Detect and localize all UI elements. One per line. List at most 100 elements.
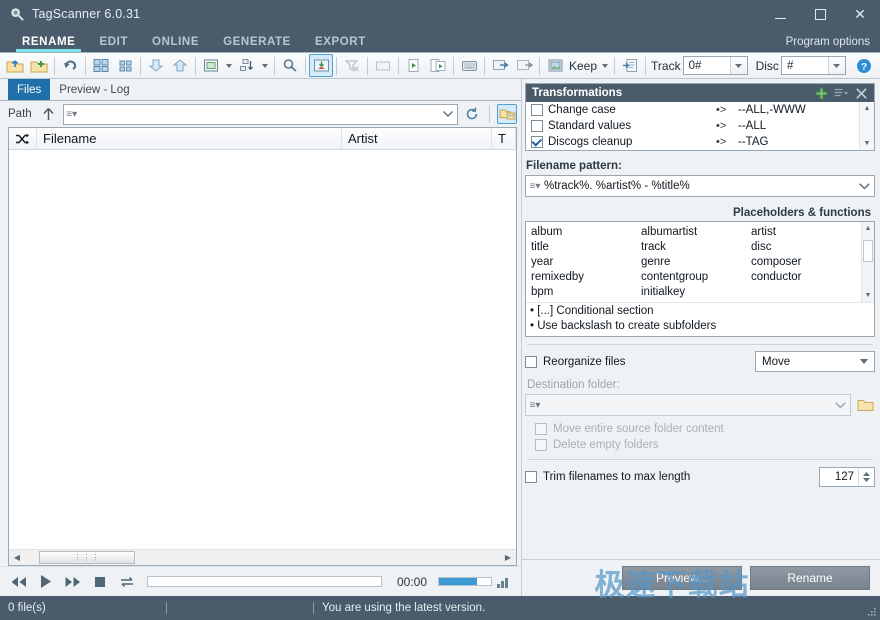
trim-max-length-stepper[interactable]: 127 bbox=[819, 467, 875, 487]
tag-icon[interactable]: ID3 bbox=[457, 54, 481, 77]
placeholders-scroll-thumb[interactable] bbox=[863, 240, 873, 262]
chevron-down-icon[interactable] bbox=[828, 57, 845, 74]
maximize-icon[interactable] bbox=[800, 0, 840, 28]
menu-item-rename[interactable]: RENAME bbox=[10, 36, 87, 52]
placeholder-item[interactable]: disc bbox=[751, 240, 861, 255]
reorganize-checkbox[interactable] bbox=[525, 356, 537, 368]
scroll-down-icon[interactable]: ▼ bbox=[862, 289, 874, 302]
scroll-up-icon[interactable]: ▲ bbox=[862, 222, 874, 235]
undo-icon[interactable] bbox=[58, 54, 82, 77]
chevron-down-icon[interactable] bbox=[439, 111, 457, 117]
collapse-all-icon[interactable] bbox=[144, 54, 168, 77]
scroll-up-icon[interactable]: ▲ bbox=[860, 102, 874, 115]
open-folder-icon[interactable] bbox=[3, 54, 27, 77]
rename-button[interactable]: Rename bbox=[750, 566, 870, 590]
folder-icon[interactable] bbox=[855, 395, 875, 415]
chevron-down-icon[interactable] bbox=[602, 64, 608, 68]
play-icon[interactable] bbox=[35, 571, 57, 593]
rewind-icon[interactable] bbox=[8, 571, 30, 593]
small-icons-icon[interactable] bbox=[113, 54, 137, 77]
placeholder-item[interactable]: track bbox=[641, 240, 751, 255]
tab-files[interactable]: Files bbox=[8, 79, 50, 100]
arrow-up-icon[interactable] bbox=[39, 104, 59, 124]
menu-item-online[interactable]: ONLINE bbox=[140, 36, 211, 52]
transformation-row[interactable]: Discogs cleanup •> --TAG bbox=[526, 134, 859, 150]
placeholder-item[interactable]: initialkey bbox=[641, 285, 751, 300]
file-list-hscrollbar[interactable]: ◀ ⋮⋮⋮ ▶ bbox=[9, 549, 516, 565]
placeholder-item[interactable]: album bbox=[531, 225, 641, 240]
search-icon[interactable] bbox=[278, 54, 302, 77]
placeholder-item[interactable]: contentgroup bbox=[641, 270, 751, 285]
keep-label[interactable]: Keep bbox=[567, 59, 599, 73]
volume-icon[interactable] bbox=[497, 576, 515, 588]
sort-icon[interactable] bbox=[235, 54, 259, 77]
menu-item-generate[interactable]: GENERATE bbox=[211, 36, 303, 52]
fast-forward-icon[interactable] bbox=[62, 571, 84, 593]
add-folder-icon[interactable] bbox=[27, 54, 51, 77]
transformation-checkbox[interactable] bbox=[531, 104, 543, 116]
export-icon[interactable] bbox=[512, 54, 536, 77]
menu-item-export[interactable]: EXPORT bbox=[303, 36, 378, 52]
chevron-down-icon[interactable] bbox=[226, 64, 232, 68]
chevron-down-icon[interactable] bbox=[854, 359, 874, 364]
placeholder-item[interactable]: conductor bbox=[751, 270, 861, 285]
large-icons-icon[interactable] bbox=[89, 54, 113, 77]
play-list-icon[interactable] bbox=[426, 54, 450, 77]
hscroll-thumb[interactable]: ⋮⋮⋮ bbox=[39, 551, 135, 564]
chevron-down-icon[interactable] bbox=[730, 57, 747, 74]
list-icon[interactable]: ≡▾ bbox=[64, 109, 80, 120]
file-list[interactable]: Filename Artist T ◀ ⋮⋮⋮ ▶ bbox=[8, 127, 517, 566]
import-icon[interactable] bbox=[488, 54, 512, 77]
menu-item-edit[interactable]: EDIT bbox=[87, 36, 140, 52]
placeholder-item[interactable]: remixedby bbox=[531, 270, 641, 285]
disc-combo[interactable]: # bbox=[781, 56, 846, 75]
filename-pattern-input[interactable]: ≡▾ %track%. %artist% - %title% bbox=[525, 175, 875, 197]
scroll-left-icon[interactable]: ◀ bbox=[9, 550, 25, 565]
browse-folder-icon[interactable] bbox=[497, 104, 517, 124]
chevron-down-icon[interactable] bbox=[830, 402, 850, 409]
clear-filter-icon[interactable] bbox=[340, 54, 364, 77]
rename-preview-icon[interactable] bbox=[309, 54, 333, 77]
close-icon[interactable]: ✕ bbox=[840, 0, 880, 28]
destination-folder-input[interactable]: ≡▾ bbox=[525, 394, 851, 416]
placeholder-item[interactable]: title bbox=[531, 240, 641, 255]
column-header-filename[interactable]: Filename bbox=[37, 128, 342, 149]
placeholders-scrollbar[interactable]: ▲ ▼ bbox=[861, 222, 874, 302]
column-header-artist[interactable]: Artist bbox=[342, 128, 492, 149]
column-header-title[interactable]: T bbox=[492, 128, 516, 149]
placeholder-item[interactable]: albumartist bbox=[641, 225, 751, 240]
track-combo[interactable]: 0# bbox=[683, 56, 748, 75]
placeholder-item[interactable]: year bbox=[531, 255, 641, 270]
tab-preview-log[interactable]: Preview - Log bbox=[50, 79, 138, 100]
placeholder-item[interactable]: artist bbox=[751, 225, 861, 240]
shuffle-icon[interactable] bbox=[9, 128, 37, 149]
placeholder-item[interactable]: genre bbox=[641, 255, 751, 270]
path-input[interactable]: ≡▾ bbox=[63, 104, 458, 125]
scroll-down-icon[interactable]: ▼ bbox=[860, 137, 874, 150]
transformation-row[interactable]: Standard values •> --ALL bbox=[526, 118, 859, 134]
playlist-icon[interactable] bbox=[371, 54, 395, 77]
move-entire-checkbox[interactable] bbox=[535, 423, 547, 435]
placeholder-item[interactable]: bpm bbox=[531, 285, 641, 300]
artwork-icon[interactable] bbox=[543, 54, 567, 77]
transformations-scrollbar[interactable]: ▲ ▼ bbox=[859, 102, 874, 150]
transformation-checkbox[interactable] bbox=[531, 120, 543, 132]
placeholder-item[interactable] bbox=[751, 285, 861, 300]
reorganize-mode-combo[interactable]: Move bbox=[755, 351, 875, 372]
minimize-icon[interactable] bbox=[760, 0, 800, 28]
repeat-icon[interactable] bbox=[116, 571, 138, 593]
plus-icon[interactable] bbox=[811, 85, 831, 101]
play-file-icon[interactable] bbox=[402, 54, 426, 77]
trim-filenames-checkbox[interactable] bbox=[525, 471, 537, 483]
placeholder-item[interactable]: composer bbox=[751, 255, 861, 270]
chevron-down-icon[interactable] bbox=[854, 183, 874, 190]
hscroll-track[interactable]: ⋮⋮⋮ bbox=[25, 550, 500, 565]
volume-slider[interactable] bbox=[438, 577, 492, 586]
chevron-down-icon[interactable] bbox=[262, 64, 268, 68]
delete-empty-checkbox[interactable] bbox=[535, 439, 547, 451]
file-list-body[interactable] bbox=[9, 150, 516, 549]
seek-slider[interactable] bbox=[147, 576, 382, 587]
expand-all-icon[interactable] bbox=[168, 54, 192, 77]
list-icon[interactable]: ≡▾ bbox=[526, 400, 544, 411]
close-icon[interactable] bbox=[851, 85, 871, 101]
